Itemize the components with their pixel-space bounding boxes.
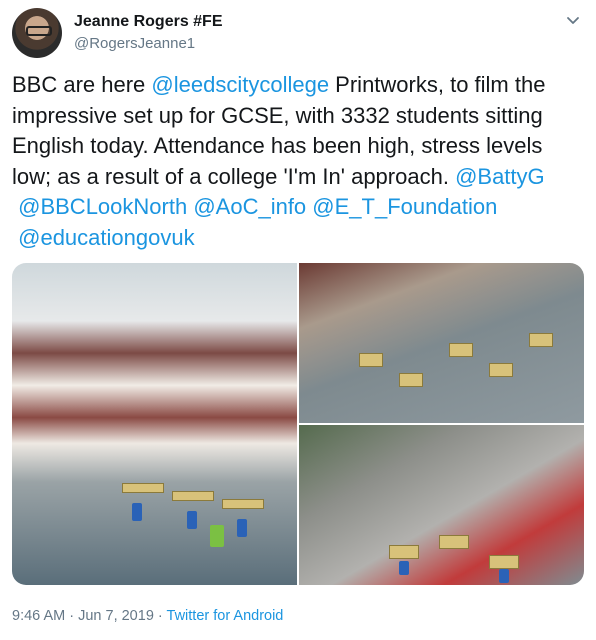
avatar-glasses — [26, 26, 52, 36]
photo-exam-setup-filming[interactable] — [299, 425, 584, 585]
mention-link[interactable]: @educationgovuk — [18, 225, 194, 250]
photo-grid — [12, 263, 584, 585]
mention-link[interactable]: @AoC_info — [193, 194, 306, 219]
chevron-down-icon[interactable] — [566, 14, 580, 28]
tweet-date[interactable]: Jun 7, 2019 — [78, 608, 154, 624]
tweet-source-link[interactable]: Twitter for Android — [167, 608, 284, 624]
separator: · — [153, 608, 167, 624]
tweet-text: BBC are here @leedscitycollege Printwork… — [12, 70, 582, 253]
tweet-header: Jeanne Rogers #FE @RogersJeanne1 — [12, 8, 584, 62]
photo-atrium-exam-hall[interactable] — [12, 263, 297, 585]
photo-overhead-desks[interactable] — [299, 263, 584, 423]
mention-link[interactable]: @BBCLookNorth — [18, 194, 187, 219]
author-handle[interactable]: @RogersJeanne1 — [74, 35, 195, 52]
tweet-meta: 9:46 AM · Jun 7, 2019 · Twitter for Andr… — [12, 608, 283, 624]
mention-link[interactable]: @leedscitycollege — [151, 72, 329, 97]
mention-link[interactable]: @BattyG — [455, 164, 545, 189]
tweet-time[interactable]: 9:46 AM — [12, 608, 65, 624]
author-name[interactable]: Jeanne Rogers #FE — [74, 13, 223, 31]
mention-link[interactable]: @E_T_Foundation — [312, 194, 497, 219]
tweet-text-part: BBC are here — [12, 72, 152, 97]
separator: · — [65, 608, 79, 624]
avatar[interactable] — [12, 8, 62, 58]
